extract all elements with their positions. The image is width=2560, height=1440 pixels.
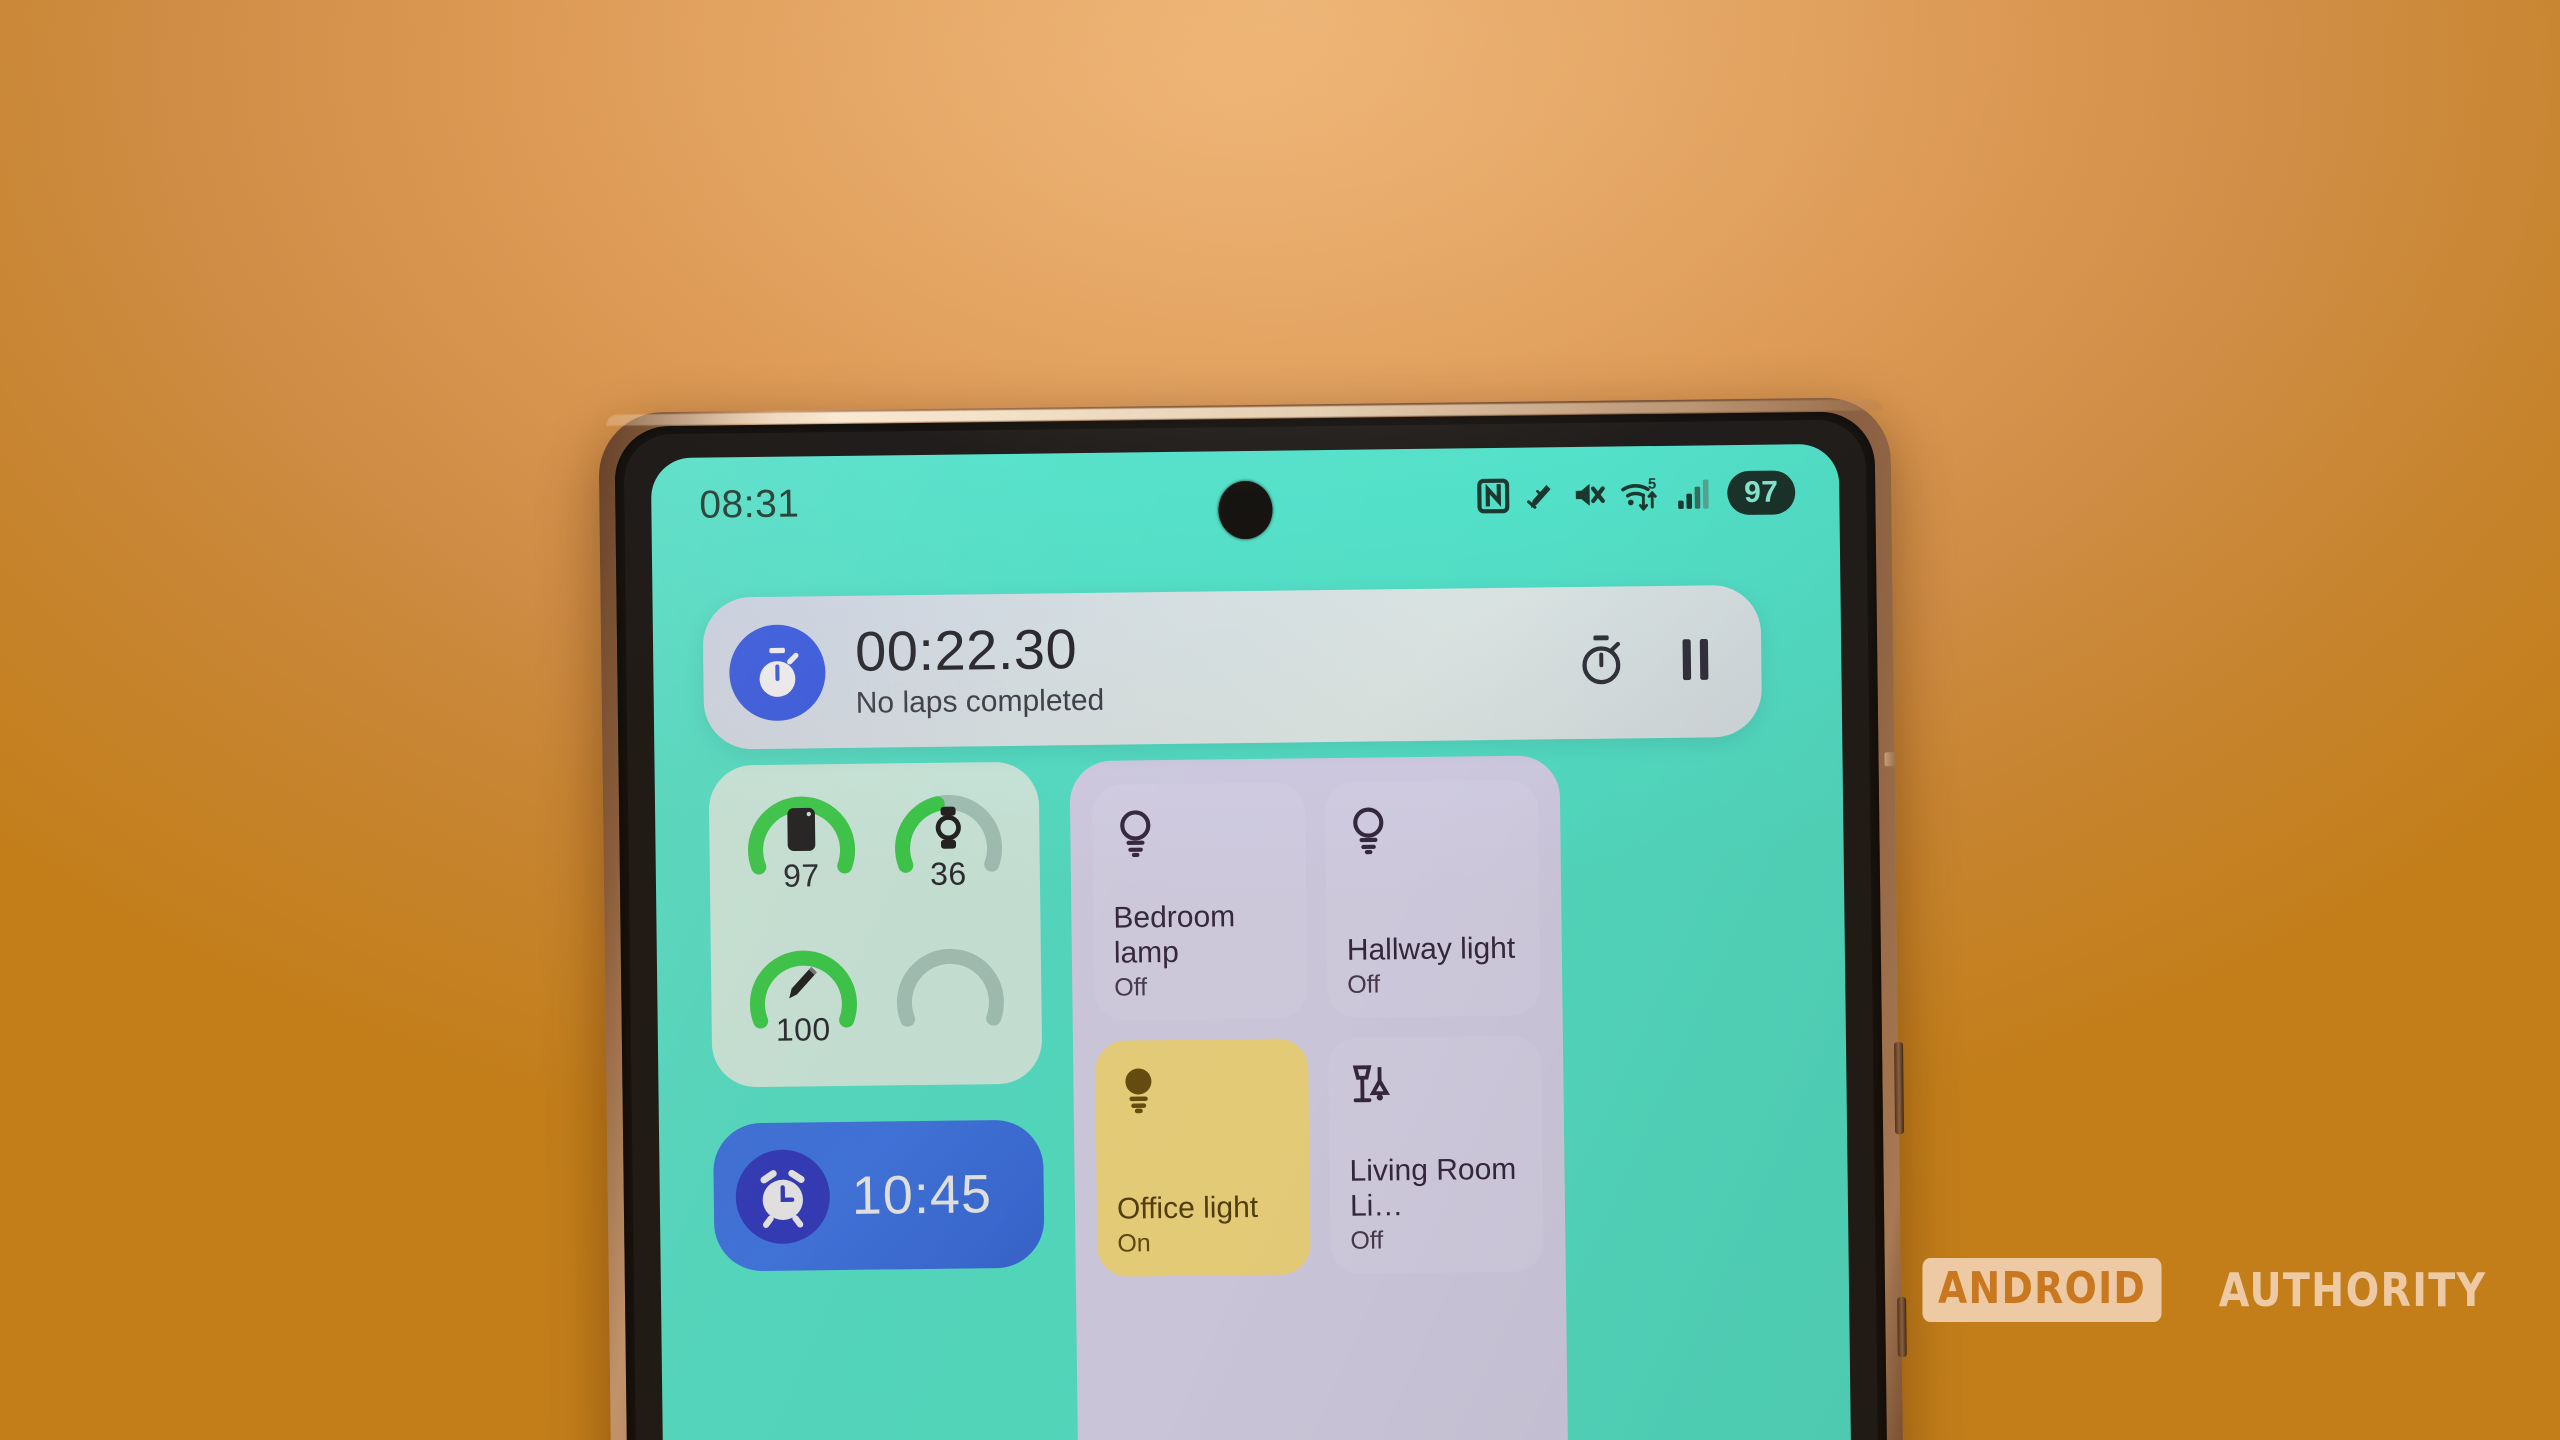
- status-bar-icons: 5 97: [1476, 470, 1796, 518]
- watermark-brand-text: AUTHORITY: [2218, 1263, 2487, 1317]
- battery-value-phone: 97: [782, 857, 820, 894]
- status-bar-clock: 08:31: [699, 482, 800, 527]
- home-control-meta: Living Room Li… Off: [1349, 1152, 1523, 1256]
- home-controls-widget: Bedroom lamp Off Hallway light Off Offic…: [1069, 755, 1569, 1440]
- home-control-state: Off: [1347, 970, 1381, 999]
- s-pen-icon: [1523, 477, 1557, 513]
- battery-gauge-empty[interactable]: [888, 932, 1011, 1041]
- phone-screen: 08:31 5 97 97 36 100 10:45 Bedroom lamp …: [650, 443, 1852, 1440]
- nfc-icon: [1476, 478, 1510, 514]
- photo-scene: 08:31 5 97 97 36 100 10:45 Bedroom lamp …: [0, 0, 2560, 1440]
- wifi-5-icon: 5: [1619, 475, 1663, 514]
- alarm-clock-icon: [735, 1149, 831, 1245]
- home-control-name: Office light: [1116, 1190, 1259, 1226]
- lamp-icon: [1348, 1058, 1522, 1115]
- home-control-state: Off: [1114, 973, 1148, 1002]
- home-control-card-bedroom-lamp[interactable]: Bedroom lamp Off: [1091, 782, 1308, 1021]
- battery-value-watch: 36: [929, 855, 967, 892]
- cellular-signal-icon: [1676, 475, 1710, 511]
- home-screen: Nostromo: [652, 540, 1852, 1440]
- stopwatch-elapsed-time: 00:22.30: [854, 617, 1078, 684]
- home-control-meta: Office light On: [1117, 1189, 1291, 1258]
- home-control-name: Living Room Li…: [1349, 1152, 1517, 1223]
- battery-row-top: 97 36: [709, 778, 1040, 894]
- phone-icon: [784, 806, 819, 857]
- phone-device: 08:31 5 97 97 36 100 10:45 Bedroom lamp …: [598, 397, 1907, 1440]
- android-authority-watermark: ANDROID AUTHORITY: [1903, 1258, 2508, 1322]
- notification-text: 00:22.30 No laps completed: [855, 614, 1576, 720]
- home-control-card-living-room-light[interactable]: Living Room Li… Off: [1327, 1035, 1544, 1275]
- svg-text:5: 5: [1648, 476, 1657, 493]
- home-control-name: Bedroom lamp: [1113, 900, 1236, 970]
- battery-gauge-phone[interactable]: 97: [739, 780, 862, 894]
- home-control-card-hallway-light[interactable]: Hallway light Off: [1324, 779, 1541, 1019]
- pause-button[interactable]: [1673, 632, 1718, 692]
- watch-icon: [930, 804, 967, 855]
- bulb-filled-icon: [1115, 1061, 1289, 1120]
- watermark-brand-box: ANDROID: [1922, 1258, 2162, 1322]
- stopwatch-icon: [728, 624, 826, 722]
- front-camera-punch-hole: [1218, 480, 1273, 540]
- home-control-card-office-light[interactable]: Office light On: [1094, 1038, 1311, 1277]
- volume-mute-icon: [1570, 477, 1606, 513]
- gauge-arc: [896, 948, 1004, 1027]
- phone-bezel: 08:31 5 97 97 36 100 10:45 Bedroom lamp …: [614, 411, 1888, 1440]
- home-control-meta: Hallway light Off: [1347, 931, 1521, 1000]
- lap-button[interactable]: [1575, 632, 1628, 694]
- stopwatch-notification[interactable]: 00:22.30 No laps completed: [702, 584, 1763, 750]
- battery-gauge-spen[interactable]: 100: [741, 934, 864, 1048]
- home-control-state: Off: [1350, 1226, 1384, 1255]
- alarm-widget[interactable]: 10:45: [712, 1119, 1045, 1272]
- device-battery-widget[interactable]: 97 36 100: [708, 761, 1043, 1088]
- home-control-name: Hallway light: [1346, 931, 1516, 967]
- notification-actions: [1575, 631, 1718, 694]
- home-control-meta: Bedroom lamp Off: [1113, 898, 1287, 1002]
- battery-value-spen: 100: [775, 1011, 831, 1048]
- battery-gauge-watch[interactable]: 36: [886, 778, 1009, 892]
- volume-button[interactable]: [1893, 1042, 1905, 1135]
- phone-bezel-inner: 08:31 5 97 97 36 100 10:45 Bedroom lamp …: [623, 419, 1879, 1440]
- bulb-outline-icon: [1345, 802, 1519, 861]
- antenna-band: [1884, 752, 1896, 767]
- s-pen-icon: [781, 960, 824, 1010]
- alarm-time: 10:45: [851, 1164, 993, 1226]
- bulb-outline-icon: [1112, 805, 1286, 864]
- stopwatch-lap-status: No laps completed: [855, 683, 1105, 720]
- battery-row-bottom: 100: [711, 932, 1042, 1048]
- battery-percentage-badge: 97: [1727, 470, 1796, 516]
- home-control-state: On: [1117, 1229, 1151, 1258]
